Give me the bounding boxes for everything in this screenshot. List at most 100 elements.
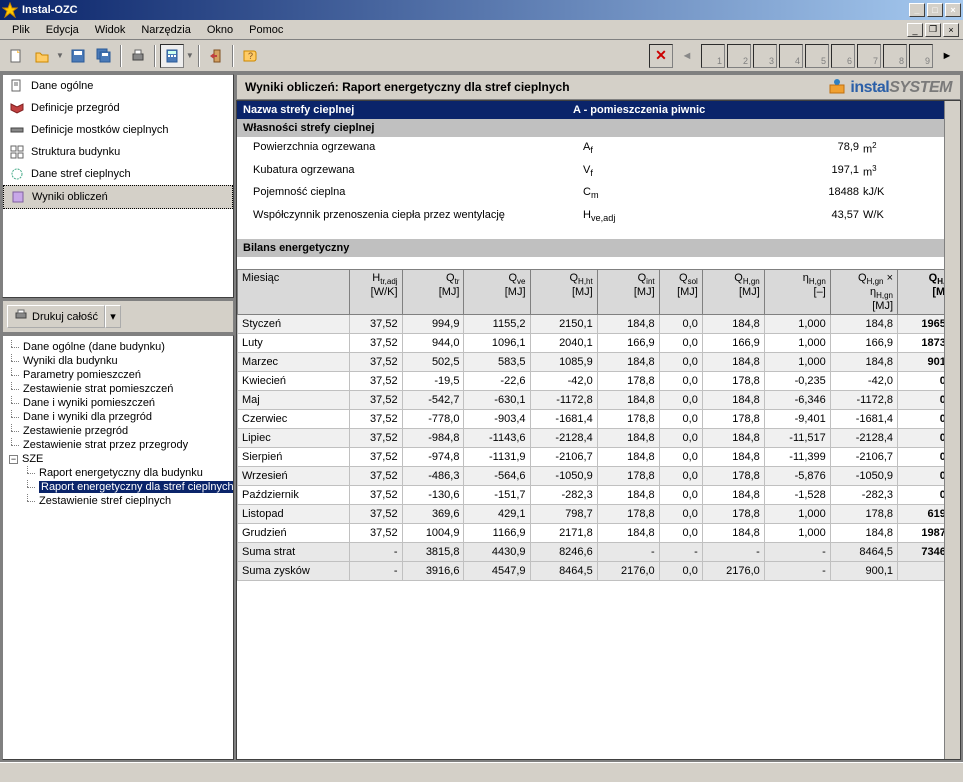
zone-name-value: A - pomieszczenia piwnic (573, 104, 705, 116)
th: QH,gn[MJ] (702, 269, 764, 314)
toolbar: ▼ ▼ ? ✕ ◄ 1 2 3 4 5 6 7 8 9 ► (0, 40, 963, 72)
menu-widok[interactable]: Widok (87, 22, 134, 38)
nav-page-9[interactable]: 9 (909, 44, 933, 68)
nav-label: Definicje mostków cieplnych (31, 124, 169, 136)
logo: instalSYSTEM (828, 77, 952, 97)
balance-table: Miesiąc Htr,adj[W/K] Qtr[MJ] Qve[MJ] QH,… (237, 269, 960, 581)
nav-page-5[interactable]: 5 (805, 44, 829, 68)
print-panel: Drukuj całość ▾ (2, 300, 234, 333)
mdi-close-button[interactable]: × (943, 23, 959, 37)
calculator-icon[interactable] (160, 44, 184, 68)
table-row: Czerwiec37,52-778,0-903,4-1681,4178,80,0… (238, 410, 960, 429)
tree-item[interactable]: Dane i wyniki pomieszczeń (5, 396, 231, 410)
printer-icon (14, 308, 28, 325)
nav-label: Struktura budynku (31, 146, 120, 158)
open-dropdown-icon[interactable]: ▼ (56, 51, 64, 60)
table-sum-row: Suma strat-3815,84430,98246,6----8464,57… (238, 543, 960, 562)
navigation-panel: Dane ogólne Definicje przegród Definicje… (2, 74, 234, 298)
table-row: Styczeń37,52994,91155,22150,1184,80,0184… (238, 315, 960, 334)
mdi-minimize-button[interactable]: _ (907, 23, 923, 37)
help-icon[interactable]: ? (238, 44, 262, 68)
vertical-scrollbar[interactable] (944, 101, 960, 759)
tree-item[interactable]: Dane ogólne (dane budynku) (5, 340, 231, 354)
wall-icon (9, 100, 25, 116)
nav-close-icon[interactable]: ✕ (649, 44, 673, 68)
nav-page-6[interactable]: 6 (831, 44, 855, 68)
menu-pomoc[interactable]: Pomoc (241, 22, 291, 38)
zone-name-label: Nazwa strefy cieplnej (243, 104, 573, 116)
table-row: Październik37,52-130,6-151,7-282,3184,80… (238, 486, 960, 505)
print-dropdown-button[interactable]: ▾ (105, 305, 121, 328)
tree-item[interactable]: Dane i wyniki dla przegród (5, 410, 231, 424)
content-title: Wyniki obliczeń: Raport energetyczny dla… (245, 80, 570, 94)
tree-item[interactable]: Zestawienie przegród (5, 424, 231, 438)
print-all-button[interactable]: Drukuj całość (7, 305, 105, 328)
props-header: Własności strefy cieplnej (237, 119, 960, 137)
maximize-button[interactable]: □ (927, 3, 943, 17)
tree-sze[interactable]: −SZE (5, 452, 231, 466)
th: ηH,gn[–] (764, 269, 830, 314)
table-row: Luty37,52944,01096,12040,1166,90,0166,91… (238, 334, 960, 353)
nav-page-3[interactable]: 3 (753, 44, 777, 68)
menu-okno[interactable]: Okno (199, 22, 241, 38)
title-bar: Instal-OZC _ □ × (0, 0, 963, 20)
minimize-button[interactable]: _ (909, 3, 925, 17)
nav-wyniki-obliczen[interactable]: Wyniki obliczeń (3, 185, 233, 209)
calc-dropdown-icon[interactable]: ▼ (186, 51, 194, 60)
save-all-icon[interactable] (92, 44, 116, 68)
prop-row: Powierzchnia ogrzewana Af 78,9 m2 (237, 137, 960, 160)
exit-icon[interactable] (204, 44, 228, 68)
menu-narzedzia[interactable]: Narzędzia (133, 22, 199, 38)
table-row: Lipiec37,52-984,8-1143,6-2128,4184,80,01… (238, 429, 960, 448)
nav-next-icon[interactable]: ► (935, 44, 959, 68)
tree-item[interactable]: Wyniki dla budynku (5, 354, 231, 368)
th: Qsol[MJ] (659, 269, 702, 314)
print-label: Drukuj całość (32, 311, 98, 323)
app-icon (2, 2, 18, 18)
nav-page-1[interactable]: 1 (701, 44, 725, 68)
nav-prev-icon[interactable]: ◄ (675, 44, 699, 68)
nav-definicje-przegrod[interactable]: Definicje przegród (3, 97, 233, 119)
new-file-icon[interactable] (4, 44, 28, 68)
save-icon[interactable] (66, 44, 90, 68)
th: QH,ht[MJ] (530, 269, 597, 314)
collapse-icon[interactable]: − (9, 455, 18, 464)
nav-page-2[interactable]: 2 (727, 44, 751, 68)
tree-item[interactable]: Zestawienie strat przez przegrody (5, 438, 231, 452)
nav-dane-ogolne[interactable]: Dane ogólne (3, 75, 233, 97)
svg-text:?: ? (248, 51, 253, 61)
table-row: Marzec37,52502,5583,51085,9184,80,0184,8… (238, 353, 960, 372)
tree-sze-child[interactable]: Zestawienie stref cieplnych (5, 494, 231, 508)
doc-icon (9, 78, 25, 94)
nav-page-8[interactable]: 8 (883, 44, 907, 68)
th: Htr,adj[W/K] (349, 269, 402, 314)
menu-edycja[interactable]: Edycja (38, 22, 87, 38)
prop-row: Pojemność cieplna Cm 18488 kJ/K (237, 182, 960, 204)
print-icon[interactable] (126, 44, 150, 68)
nav-struktura-budynku[interactable]: Struktura budynku (3, 141, 233, 163)
building-icon (9, 144, 25, 160)
nav-label: Dane ogólne (31, 80, 93, 92)
menu-plik[interactable]: Plik (4, 22, 38, 38)
table-row: Kwiecień37,52-19,5-22,6-42,0178,80,0178,… (238, 372, 960, 391)
nav-page-4[interactable]: 4 (779, 44, 803, 68)
th: Qve[MJ] (464, 269, 530, 314)
nav-definicje-mostkow[interactable]: Definicje mostków cieplnych (3, 119, 233, 141)
results-icon (10, 189, 26, 205)
prop-row: Współczynnik przenoszenia ciepła przez w… (237, 205, 960, 227)
nav-dane-stref[interactable]: Dane stref cieplnych (3, 163, 233, 185)
nav-page-7[interactable]: 7 (857, 44, 881, 68)
mdi-restore-button[interactable]: ❐ (925, 23, 941, 37)
tree-panel: Dane ogólne (dane budynku) Wyniki dla bu… (2, 335, 234, 760)
table-row: Maj37,52-542,7-630,1-1172,8184,80,0184,8… (238, 391, 960, 410)
tree-item[interactable]: Parametry pomieszczeń (5, 368, 231, 382)
close-button[interactable]: × (945, 3, 961, 17)
table-row: Sierpień37,52-974,8-1131,9-2106,7184,80,… (238, 448, 960, 467)
tree-sze-child[interactable]: Raport energetyczny dla budynku (5, 466, 231, 480)
tree-item[interactable]: Zestawienie strat pomieszczeń (5, 382, 231, 396)
open-file-icon[interactable] (30, 44, 54, 68)
th-month: Miesiąc (238, 269, 350, 314)
table-sum-row: Suma zysków-3916,64547,98464,52176,00,02… (238, 562, 960, 581)
tree-sze-child-selected[interactable]: Raport energetyczny dla stref cieplnych (5, 480, 231, 494)
status-bar (0, 762, 963, 782)
